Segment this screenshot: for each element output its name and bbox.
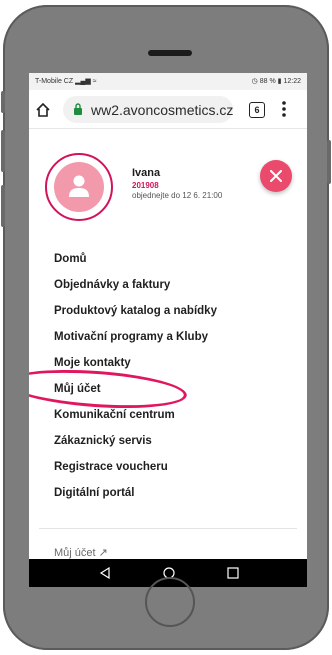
user-name: Ivana (132, 167, 161, 179)
account-external-link[interactable]: Můj účet ↗ (54, 546, 108, 559)
phone-speaker (148, 50, 192, 56)
battery-icon: ▮ (277, 78, 282, 85)
side-button-right (327, 140, 331, 184)
tab-switcher-button[interactable]: 6 (249, 102, 265, 118)
recents-icon[interactable] (227, 567, 239, 579)
signal-icon: ▂▄▆ (75, 78, 91, 85)
carrier-label: T-Mobile CZ (35, 78, 74, 85)
status-right: ◷ 88 % ▮ 12:22 (252, 77, 301, 85)
menu-item-kontakty[interactable]: Moje kontakty (54, 357, 131, 369)
phone-screen: T-Mobile CZ ▂▄▆ ≈ ◷ 88 % ▮ 12:22 ww2.avo… (29, 73, 307, 587)
side-button-left-mid (1, 130, 5, 172)
time-label: 12:22 (283, 78, 301, 85)
home-icon[interactable] (35, 102, 51, 118)
user-icon (69, 175, 89, 197)
wifi-icon: ≈ (92, 78, 97, 85)
url-text: ww2.avoncosmetics.cz (91, 102, 234, 118)
user-id: 201908 (132, 181, 159, 190)
battery-percent: 88 % (259, 78, 276, 85)
menu-item-motivacni[interactable]: Motivační programy a Kluby (54, 331, 208, 343)
lock-icon (74, 103, 82, 115)
close-icon (270, 170, 282, 182)
menu-item-servis[interactable]: Zákaznický servis (54, 435, 152, 447)
menu-item-muj-ucet[interactable]: Můj účet (54, 383, 101, 395)
status-left: T-Mobile CZ ▂▄▆ ≈ (35, 77, 97, 85)
menu-item-katalog[interactable]: Produktový katalog a nabídky (54, 305, 217, 317)
menu-item-domu[interactable]: Domů (54, 253, 87, 265)
menu-divider (39, 528, 297, 529)
menu-item-objednavky[interactable]: Objednávky a faktury (54, 279, 170, 291)
side-button-left-top (1, 91, 5, 113)
phone-home-button[interactable] (145, 577, 195, 627)
close-menu-button[interactable] (260, 160, 292, 192)
more-vert-icon[interactable] (282, 100, 286, 118)
order-deadline: objednejte do 12 6. 21:00 (132, 191, 223, 200)
highlight-annotation (29, 364, 189, 414)
status-bar: T-Mobile CZ ▂▄▆ ≈ ◷ 88 % ▮ 12:22 (29, 73, 307, 90)
address-bar[interactable]: ww2.avoncosmetics.cz (63, 96, 233, 123)
menu-item-komunikacni[interactable]: Komunikační centrum (54, 409, 175, 421)
menu-item-portal[interactable]: Digitální portál (54, 487, 135, 499)
browser-toolbar: ww2.avoncosmetics.cz 6 (29, 90, 307, 129)
alarm-icon: ◷ (251, 78, 258, 85)
avatar (45, 153, 113, 221)
side-button-left-low (1, 185, 5, 227)
back-icon[interactable] (99, 567, 111, 579)
menu-item-voucher[interactable]: Registrace voucheru (54, 461, 168, 473)
avatar-circle (54, 162, 104, 212)
